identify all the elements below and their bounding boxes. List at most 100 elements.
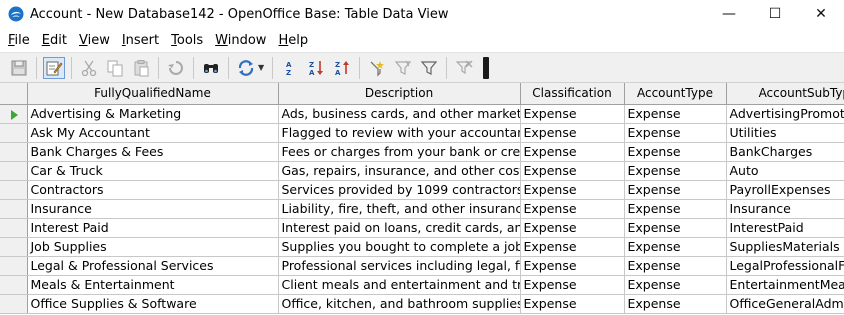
cell-description[interactable]: Interest paid on loans, credit cards, an… — [278, 218, 521, 238]
undo-button[interactable] — [165, 57, 187, 79]
cell-fullyqualifiedname[interactable]: Ask My Accountant — [27, 123, 279, 143]
cell-accountsubtype[interactable]: Utilities — [726, 123, 844, 143]
cell-classification[interactable]: Expense — [520, 294, 625, 314]
row-selector[interactable] — [0, 199, 28, 219]
cell-accounttype[interactable]: Expense — [624, 180, 727, 200]
table-row[interactable]: Bank Charges & Fees Fees or charges from … — [0, 142, 844, 162]
menu-edit[interactable]: Edit — [36, 33, 73, 48]
column-header-fullyqualifiedname[interactable]: FullyQualifiedName — [27, 83, 279, 105]
cell-description[interactable]: Flagged to review with your accountant. — [278, 123, 521, 143]
cell-classification[interactable]: Expense — [520, 180, 625, 200]
column-header-accounttype[interactable]: AccountType — [624, 83, 727, 105]
menu-file[interactable]: File — [2, 33, 36, 48]
cell-accountsubtype[interactable]: OfficeGeneralAdministrative — [726, 294, 844, 314]
row-selector[interactable] — [0, 256, 28, 276]
cell-description[interactable]: Ads, business cards, and other marketing — [278, 104, 521, 124]
cell-fullyqualifiedname[interactable]: Insurance — [27, 199, 279, 219]
menu-window[interactable]: Window — [209, 33, 272, 48]
column-header-description[interactable]: Description — [278, 83, 521, 105]
row-selector[interactable] — [0, 123, 28, 143]
table-row[interactable]: Car & Truck Gas, repairs, insurance, and … — [0, 161, 844, 181]
menu-view[interactable]: View — [73, 33, 116, 48]
cell-accounttype[interactable]: Expense — [624, 142, 727, 162]
cell-description[interactable]: Supplies you bought to complete a job (r — [278, 237, 521, 257]
row-selector[interactable] — [0, 142, 28, 162]
cell-description[interactable]: Services provided by 1099 contractors, s… — [278, 180, 521, 200]
find-record-button[interactable] — [200, 57, 222, 79]
cell-fullyqualifiedname[interactable]: Office Supplies & Software — [27, 294, 279, 314]
row-selector[interactable] — [0, 275, 28, 295]
cell-classification[interactable]: Expense — [520, 161, 625, 181]
cell-fullyqualifiedname[interactable]: Meals & Entertainment — [27, 275, 279, 295]
refresh-dropdown-arrow-icon[interactable]: ▼ — [258, 63, 264, 72]
cell-accountsubtype[interactable]: AdvertisingPromotional — [726, 104, 844, 124]
cell-description[interactable]: Professional services including legal, f… — [278, 256, 521, 276]
cell-accounttype[interactable]: Expense — [624, 104, 727, 124]
cell-classification[interactable]: Expense — [520, 104, 625, 124]
refresh-button[interactable] — [235, 57, 257, 79]
cell-fullyqualifiedname[interactable]: Car & Truck — [27, 161, 279, 181]
autofilter-button[interactable] — [366, 57, 388, 79]
cell-fullyqualifiedname[interactable]: Bank Charges & Fees — [27, 142, 279, 162]
cell-accountsubtype[interactable]: PayrollExpenses — [726, 180, 844, 200]
remove-filter-button[interactable] — [453, 57, 475, 79]
cell-accountsubtype[interactable]: BankCharges — [726, 142, 844, 162]
cell-classification[interactable]: Expense — [520, 275, 625, 295]
sort-ascending-button[interactable]: AZ — [279, 57, 301, 79]
cell-accounttype[interactable]: Expense — [624, 237, 727, 257]
table-row[interactable]: Job Supplies Supplies you bought to compl… — [0, 237, 844, 257]
cell-classification[interactable]: Expense — [520, 199, 625, 219]
table-row[interactable]: Legal & Professional Services Professiona… — [0, 256, 844, 276]
copy-button[interactable] — [104, 57, 126, 79]
cell-classification[interactable]: Expense — [520, 123, 625, 143]
column-header-accountsubtype[interactable]: AccountSubType — [726, 83, 844, 105]
toolbar-overflow-handle[interactable] — [483, 56, 490, 79]
table-row[interactable]: Meals & Entertainment Client meals and en… — [0, 275, 844, 295]
cell-classification[interactable]: Expense — [520, 237, 625, 257]
cell-description[interactable]: Client meals and entertainment and trave — [278, 275, 521, 295]
table-row[interactable]: Interest Paid Interest paid on loans, cre… — [0, 218, 844, 238]
cell-fullyqualifiedname[interactable]: Contractors — [27, 180, 279, 200]
cell-accountsubtype[interactable]: Auto — [726, 161, 844, 181]
cell-accounttype[interactable]: Expense — [624, 123, 727, 143]
edit-data-button[interactable] — [43, 56, 65, 79]
cell-description[interactable]: Gas, repairs, insurance, and other costs… — [278, 161, 521, 181]
cell-accounttype[interactable]: Expense — [624, 218, 727, 238]
maximize-button[interactable]: ☐ — [752, 0, 798, 28]
table-row[interactable]: Advertising & Marketing Ads, business car… — [0, 104, 844, 124]
cell-accountsubtype[interactable]: SuppliesMaterials — [726, 237, 844, 257]
apply-filter-button[interactable] — [418, 57, 440, 79]
cell-accounttype[interactable]: Expense — [624, 161, 727, 181]
cell-accountsubtype[interactable]: Insurance — [726, 199, 844, 219]
cell-accounttype[interactable]: Expense — [624, 275, 727, 295]
cell-fullyqualifiedname[interactable]: Advertising & Marketing — [27, 104, 279, 124]
minimize-button[interactable]: — — [706, 0, 752, 28]
cell-fullyqualifiedname[interactable]: Job Supplies — [27, 237, 279, 257]
standard-filter-button[interactable] — [392, 57, 414, 79]
table-row[interactable]: Contractors Services provided by 1099 con… — [0, 180, 844, 200]
table-row[interactable]: Office Supplies & Software Office, kitche… — [0, 294, 844, 314]
corner-header[interactable] — [0, 83, 28, 105]
row-selector[interactable] — [0, 161, 28, 181]
cell-classification[interactable]: Expense — [520, 256, 625, 276]
row-selector[interactable] — [0, 294, 28, 314]
cut-button[interactable] — [78, 57, 100, 79]
cell-accounttype[interactable]: Expense — [624, 256, 727, 276]
cell-description[interactable]: Office, kitchen, and bathroom supplies, … — [278, 294, 521, 314]
cell-fullyqualifiedname[interactable]: Interest Paid — [27, 218, 279, 238]
cell-accounttype[interactable]: Expense — [624, 294, 727, 314]
cell-accountsubtype[interactable]: LegalProfessionalFees — [726, 256, 844, 276]
cell-classification[interactable]: Expense — [520, 218, 625, 238]
cell-fullyqualifiedname[interactable]: Legal & Professional Services — [27, 256, 279, 276]
cell-description[interactable]: Liability, fire, theft, and other insura… — [278, 199, 521, 219]
cell-accountsubtype[interactable]: EntertainmentMeals — [726, 275, 844, 295]
paste-button[interactable] — [130, 57, 152, 79]
cell-accounttype[interactable]: Expense — [624, 199, 727, 219]
table-row[interactable]: Insurance Liability, fire, theft, and oth… — [0, 199, 844, 219]
table-row[interactable]: Ask My Accountant Flagged to review with … — [0, 123, 844, 143]
cell-accountsubtype[interactable]: InterestPaid — [726, 218, 844, 238]
menu-tools[interactable]: Tools — [165, 33, 209, 48]
cell-description[interactable]: Fees or charges from your bank or credit — [278, 142, 521, 162]
row-selector[interactable] — [0, 237, 28, 257]
cell-classification[interactable]: Expense — [520, 142, 625, 162]
